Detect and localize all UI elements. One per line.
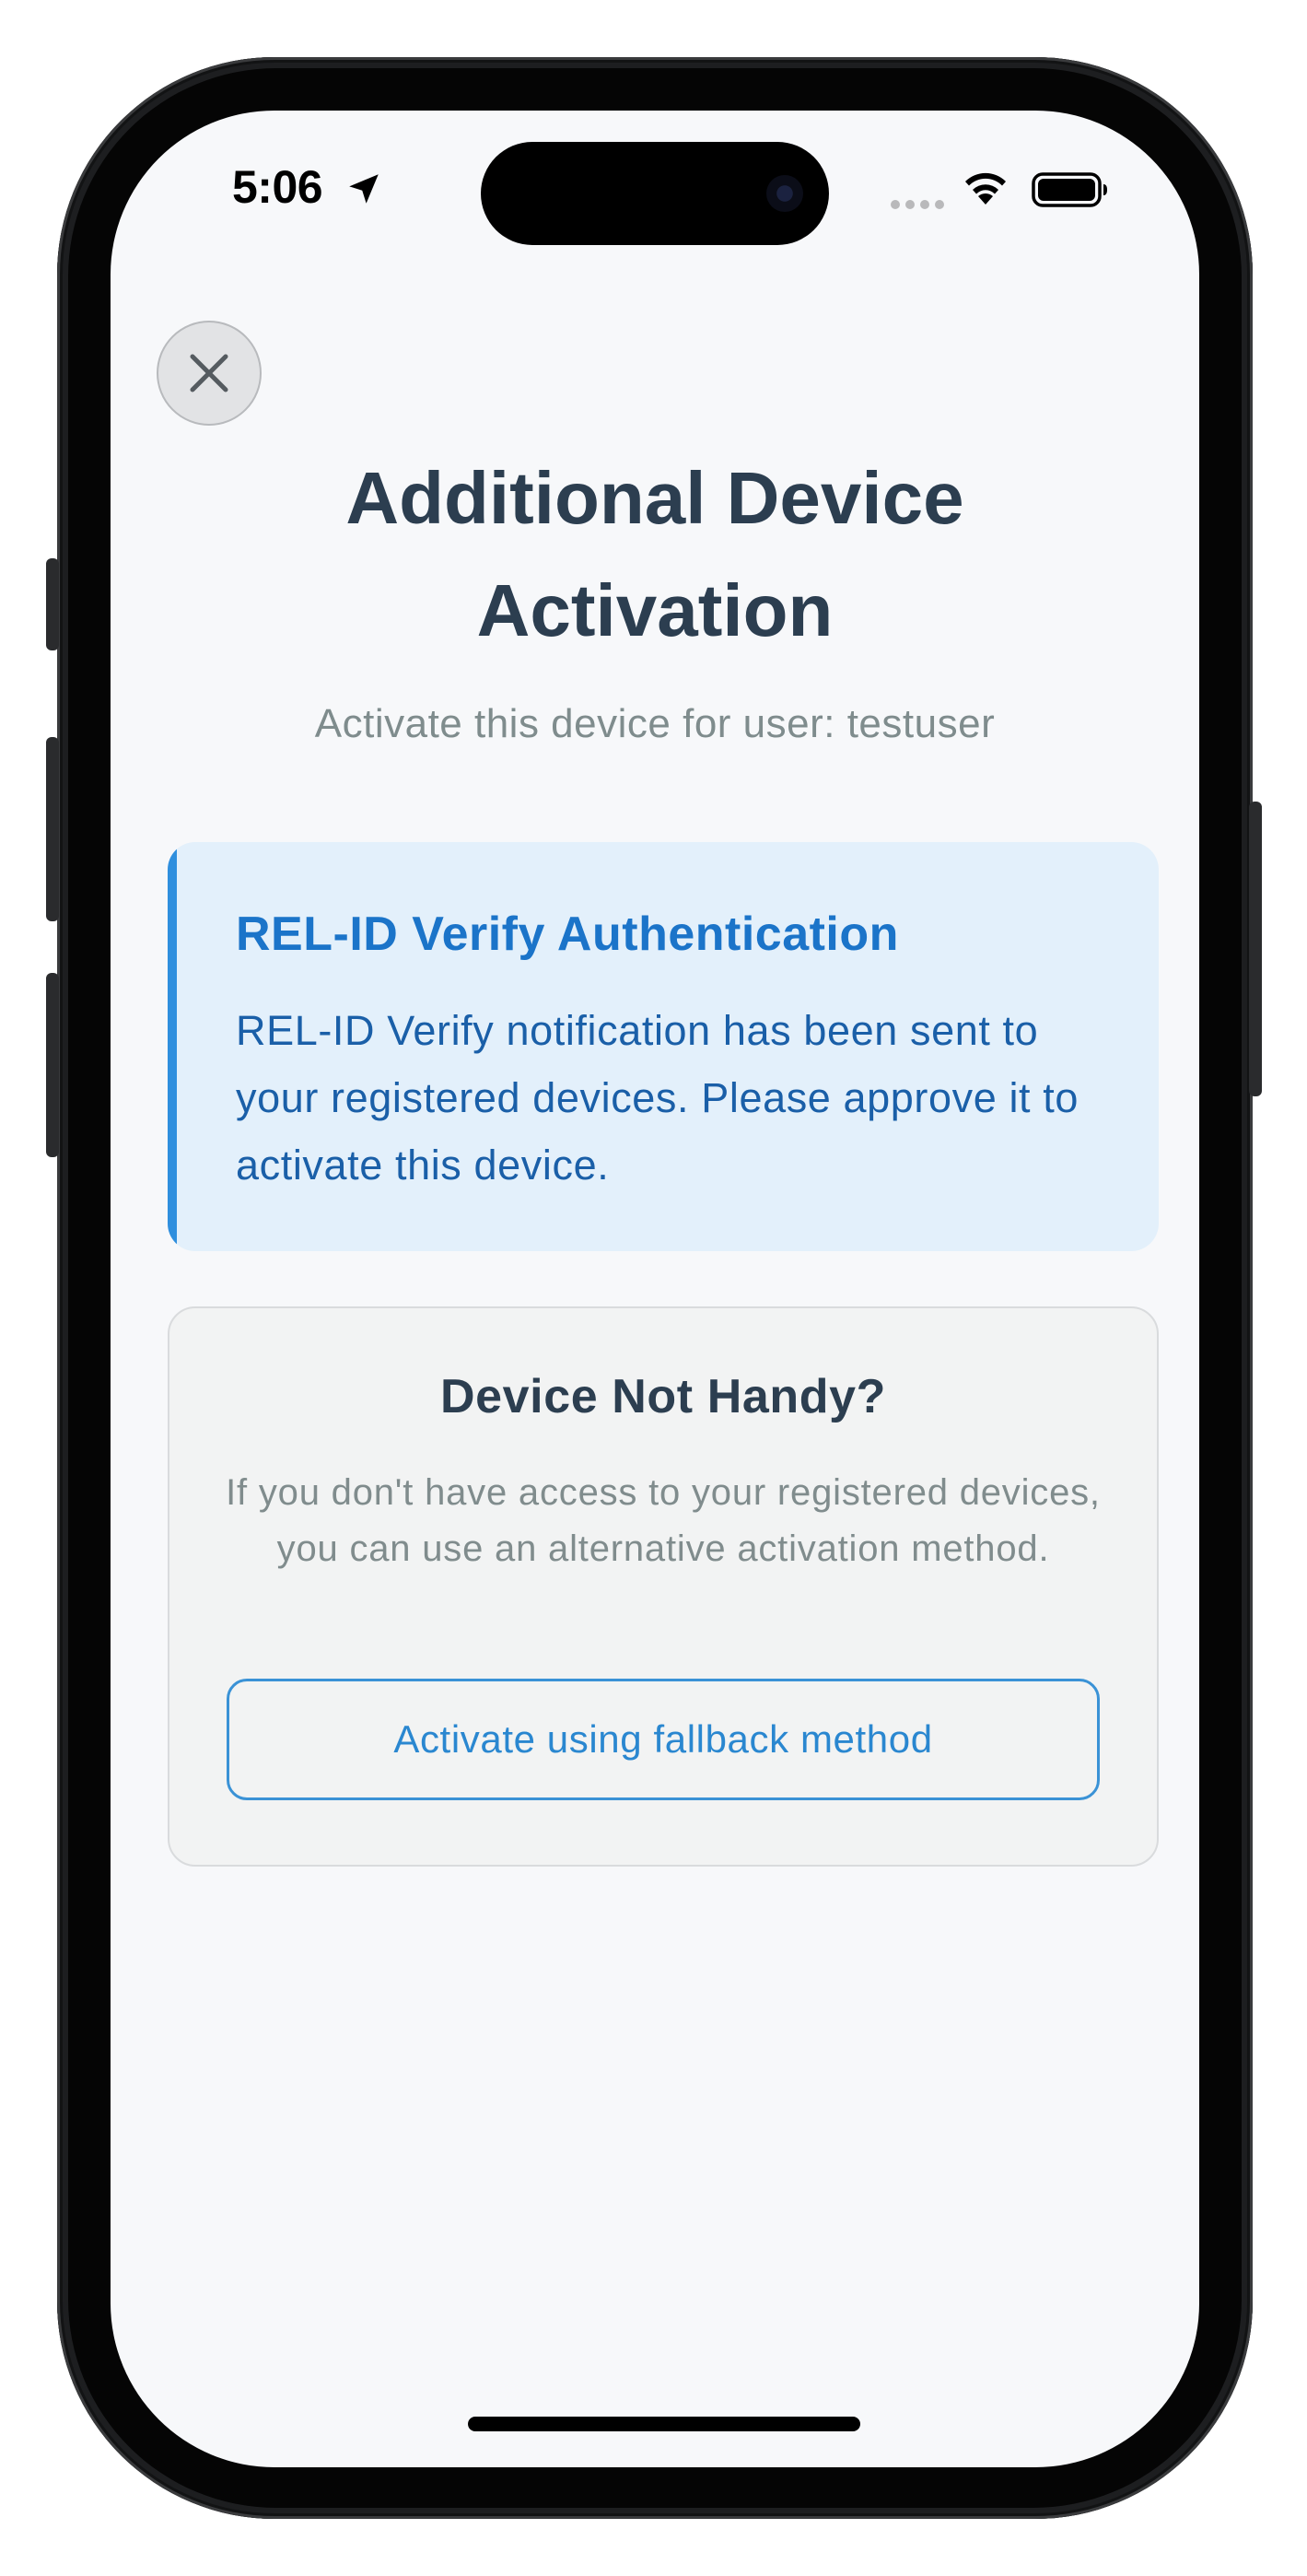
wifi-icon (965, 172, 1006, 205)
page-title: Additional Device Activation (203, 442, 1107, 667)
app-screen: 5:06 Additional Device Activation Activa… (111, 111, 1199, 2467)
fallback-card: Device Not Handy? If you don't have acce… (168, 1306, 1159, 1867)
close-icon (190, 354, 228, 392)
volume-up-side-button (46, 737, 59, 921)
status-bar: 5:06 (111, 111, 1199, 258)
status-time: 5:06 (232, 161, 323, 213)
info-card-title: REL-ID Verify Authentication (236, 907, 899, 961)
info-card-accent-bar (168, 842, 177, 1251)
page-subtitle: Activate this device for user: testuser (314, 701, 996, 746)
home-indicator[interactable] (468, 2417, 860, 2431)
cellular-signal-icon (891, 200, 944, 209)
power-side-button (1249, 802, 1262, 1096)
close-button[interactable] (157, 321, 262, 426)
volume-down-side-button (46, 973, 59, 1157)
fallback-card-title: Device Not Handy? (439, 1370, 887, 1423)
location-arrow-icon (349, 174, 379, 204)
front-camera-icon (766, 175, 803, 212)
info-card-body: REL-ID Verify notification has been sent… (236, 1007, 1079, 1188)
page-title-line-2: Activation (476, 569, 834, 651)
battery-full-icon (1032, 172, 1107, 207)
fallback-activation-button[interactable]: Activate using fallback method (227, 1679, 1100, 1800)
fallback-card-description: If you don't have access to your registe… (226, 1472, 1101, 1569)
dynamic-island (481, 142, 829, 245)
page-title-line-1: Additional Device (345, 457, 964, 539)
verify-info-card: REL-ID Verify Authentication REL-ID Veri… (168, 842, 1159, 1251)
action-side-button (46, 558, 59, 650)
